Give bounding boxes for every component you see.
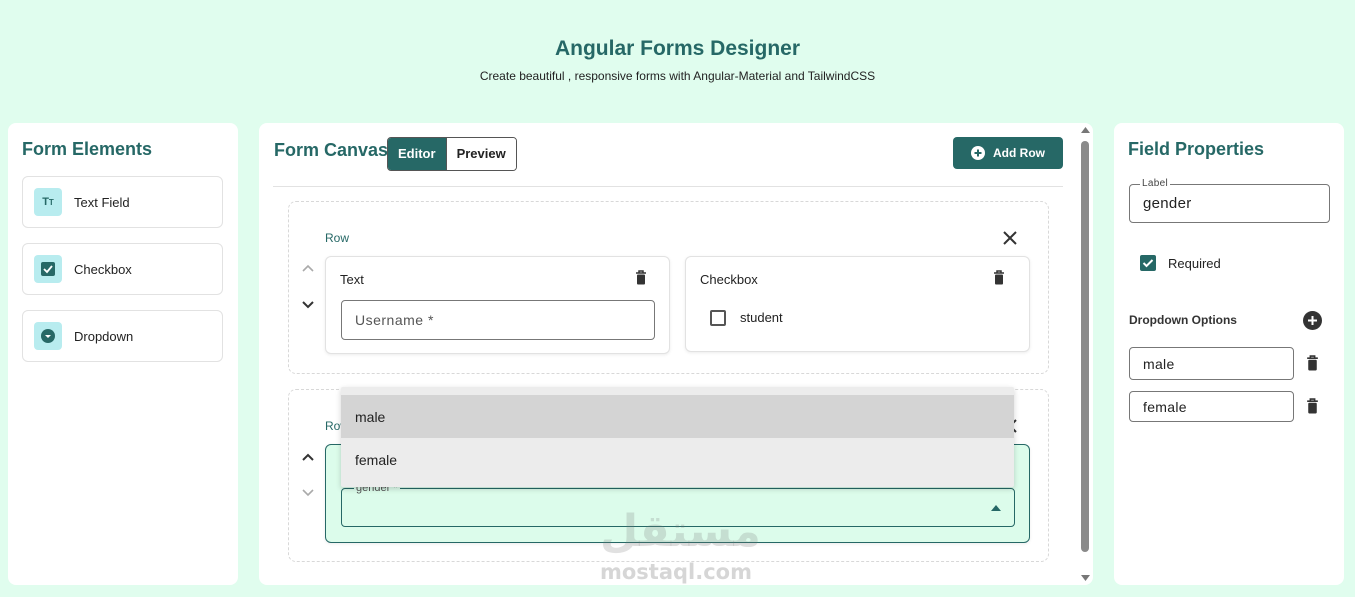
delete-icon[interactable] (993, 270, 1005, 285)
tab-editor[interactable]: Editor (388, 138, 446, 170)
checkbox-option-label: student (740, 310, 783, 325)
text-field-card[interactable]: Text Username * (325, 256, 670, 354)
dropdown-menu: male female (341, 387, 1014, 487)
element-dropdown[interactable]: Dropdown (22, 310, 223, 362)
username-input[interactable]: Username * (341, 300, 655, 340)
delete-option-icon[interactable] (1306, 355, 1319, 371)
scroll-up-arrow-icon[interactable] (1081, 127, 1090, 133)
text-field-icon: TT (34, 188, 62, 216)
dropdown-arrow-icon (991, 505, 1001, 511)
dropdown-option-male[interactable]: male (341, 395, 1014, 438)
required-label: Required (1168, 256, 1221, 271)
label-input-label: Label (1140, 178, 1170, 189)
add-row-button[interactable]: Add Row (953, 137, 1063, 169)
editor-preview-toggle: Editor Preview (387, 137, 517, 171)
element-checkbox[interactable]: Checkbox (22, 243, 223, 295)
student-checkbox[interactable] (710, 310, 726, 326)
label-input-value: gender (1143, 195, 1192, 212)
add-option-icon[interactable] (1303, 311, 1322, 330)
scroll-thumb[interactable] (1081, 141, 1089, 552)
option-input-male[interactable]: male (1129, 347, 1294, 380)
field-properties-title: Field Properties (1128, 139, 1265, 159)
element-label: Checkbox (74, 261, 132, 277)
close-row-icon[interactable] (1002, 230, 1018, 246)
checkbox-field-card[interactable]: Checkbox student (685, 256, 1030, 352)
field-type-label: Checkbox (700, 272, 758, 287)
label-input[interactable]: Label gender (1129, 178, 1330, 223)
form-elements-title: Form Elements (22, 139, 153, 159)
dropdown-option-female[interactable]: female (341, 438, 1014, 481)
watermark-arabic: مستقل (600, 506, 761, 557)
required-checkbox[interactable] (1140, 255, 1156, 271)
form-elements-panel: Form Elements TT Text Field Checkbox Dro… (8, 123, 238, 585)
scroll-down-arrow-icon[interactable] (1081, 575, 1090, 581)
canvas-divider (273, 186, 1063, 187)
delete-option-icon[interactable] (1306, 398, 1319, 414)
option-input-female[interactable]: female (1129, 391, 1294, 422)
app-subtitle: Create beautiful , responsive forms with… (479, 69, 876, 83)
add-circle-icon (971, 146, 985, 160)
move-up-icon[interactable] (301, 452, 315, 462)
watermark-latin: mostaql.com (600, 560, 752, 584)
move-down-icon[interactable] (301, 488, 315, 498)
form-row: Row Text Username * Checkbox student (288, 201, 1049, 374)
element-text-field[interactable]: TT Text Field (22, 176, 223, 228)
row-label: Row (325, 231, 350, 245)
move-down-icon[interactable] (301, 300, 315, 310)
app-title: Angular Forms Designer (554, 37, 801, 60)
field-type-label: Text (340, 272, 364, 287)
element-label: Dropdown (74, 328, 134, 344)
dropdown-icon (34, 322, 62, 350)
delete-icon[interactable] (635, 270, 647, 285)
field-properties-panel: Field Properties Label gender Required D… (1114, 123, 1344, 585)
checkbox-icon (34, 255, 62, 283)
tab-preview[interactable]: Preview (445, 138, 516, 170)
move-up-icon[interactable] (301, 263, 315, 273)
element-label: Text Field (74, 194, 130, 210)
dropdown-options-title: Dropdown Options (1129, 313, 1237, 327)
form-canvas-title: Form Canvas (274, 140, 389, 160)
check-icon (1142, 259, 1154, 268)
add-row-label: Add Row (993, 146, 1045, 160)
